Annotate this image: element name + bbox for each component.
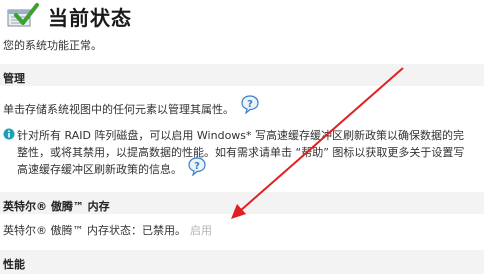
raid-info-line-1: 针对所有 RAID 阵列磁盘，可以启用 Windows* 写高速缓存缓冲区刷新政… [17,129,465,142]
svg-text:?: ? [194,161,200,172]
management-description: 单击存储系统视图中的任何元素以管理其属性。 [3,103,234,116]
help-icon[interactable]: ? [187,156,207,176]
status-ok-icon [7,3,39,27]
section-heading-optane-memory: 英特尔® 傲腾™ 内存 [3,200,110,213]
enable-optane-link[interactable]: 启用 [190,222,212,238]
info-icon [3,128,15,140]
section-heading-management: 管理 [3,72,25,85]
section-band-management [0,64,484,86]
raid-info-line-3: 高速缓存缓冲区刷新政策的信息。 [17,163,182,176]
section-band-performance [0,250,484,274]
help-icon[interactable]: ? [240,94,260,114]
raid-info-line-2: 整性，或将其禁用，以提高数据的性能。如有需求请单击 “帮助” 图标以获取更多关于… [17,146,465,159]
section-heading-performance: 性能 [3,258,25,271]
system-status-text: 您的系统功能正常。 [3,39,102,52]
optane-memory-status: 英特尔® 傲腾™ 内存状态：已禁用。 [3,224,186,237]
page-title: 当前状态 [48,6,132,30]
svg-text:?: ? [247,99,253,110]
